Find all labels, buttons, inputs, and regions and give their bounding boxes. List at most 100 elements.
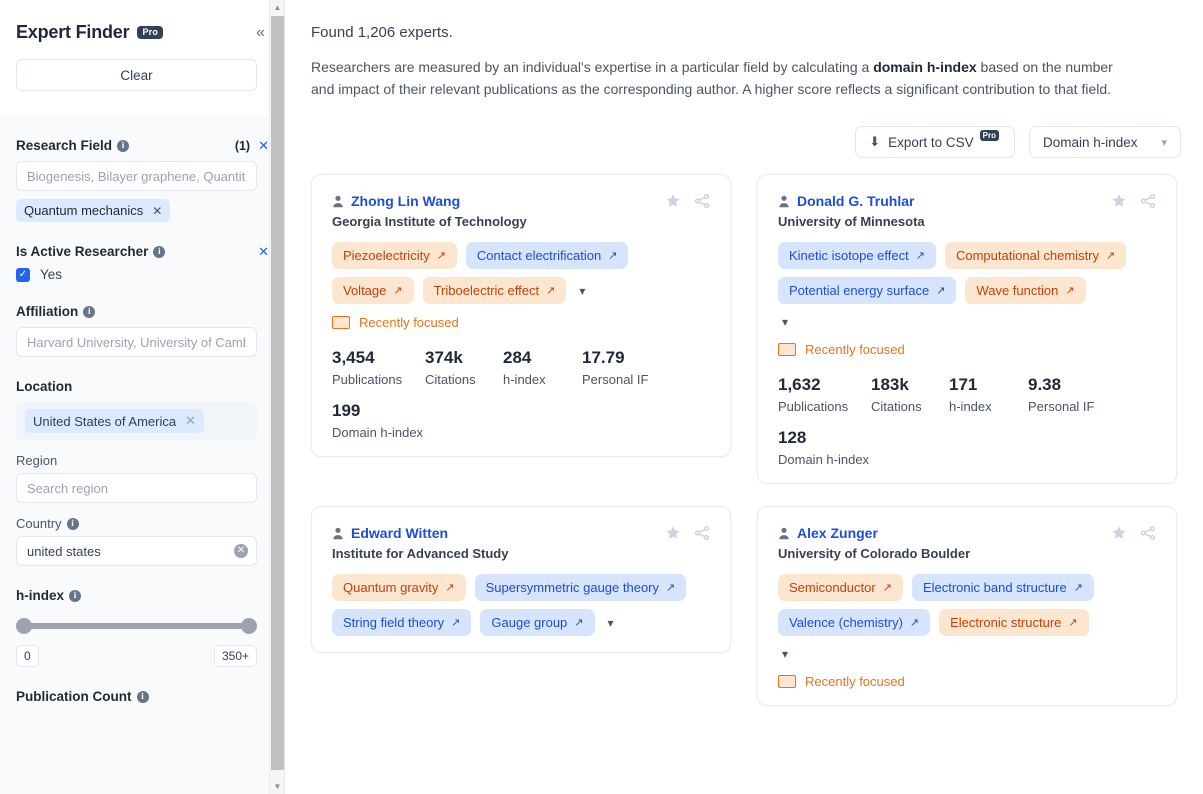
clear-country-icon[interactable]: ✕ bbox=[234, 544, 248, 558]
favorite-star-icon[interactable] bbox=[665, 193, 681, 209]
filter-is-active-researcher: Is Active Researcher i ✕ ✓ Yes bbox=[16, 222, 285, 310]
expert-card[interactable]: Zhong Lin Wang Georgia Institute of Tech… bbox=[311, 174, 731, 457]
external-link-icon: ↗ bbox=[909, 617, 920, 629]
scroll-down-arrow-icon[interactable]: ▼ bbox=[270, 779, 285, 794]
clear-research-field-icon[interactable]: ✕ bbox=[258, 139, 269, 152]
topic-tag[interactable]: Contact electrification ↗ bbox=[465, 242, 629, 269]
topic-tag[interactable]: Gauge group ↗ bbox=[480, 609, 595, 636]
filter-h-index: h-index i 0 350+ bbox=[16, 566, 269, 667]
download-icon: ⬇ bbox=[869, 134, 881, 149]
external-link-icon: ↗ bbox=[936, 285, 946, 297]
research-field-input[interactable] bbox=[16, 161, 257, 191]
filter-count-research-field: (1) bbox=[234, 138, 251, 153]
location-chip[interactable]: United States of America ✕ bbox=[25, 409, 204, 433]
topic-tag[interactable]: Semiconductor ↗ bbox=[778, 574, 903, 601]
favorite-star-icon[interactable] bbox=[1111, 525, 1127, 541]
topic-tag[interactable]: Quantum gravity ↗ bbox=[332, 574, 466, 601]
topic-tag[interactable]: Supersymmetric gauge theory ↗ bbox=[474, 574, 687, 601]
filter-research-field: Research Field i (1) ✕ Quantum mechanics… bbox=[16, 116, 285, 228]
scrollbar-thumb[interactable] bbox=[271, 16, 284, 770]
region-input[interactable] bbox=[16, 473, 257, 503]
research-field-chip[interactable]: Quantum mechanics ✕ bbox=[16, 199, 171, 222]
topic-tag-label: Potential energy surface bbox=[789, 283, 930, 298]
pro-badge: Pro bbox=[137, 25, 164, 40]
share-icon[interactable] bbox=[694, 525, 710, 541]
chevron-down-icon: ▾ bbox=[1161, 136, 1167, 149]
topic-tag[interactable]: Potential energy surface ↗ bbox=[778, 277, 957, 304]
expand-tags-chevron-icon[interactable]: ▾ bbox=[778, 647, 792, 661]
topic-tag[interactable]: Wave function ↗ bbox=[965, 277, 1086, 304]
expert-card[interactable]: Edward Witten Institute for Advanced Stu… bbox=[311, 506, 731, 653]
person-icon bbox=[332, 195, 344, 208]
external-link-icon: ↗ bbox=[393, 285, 403, 297]
topic-tag[interactable]: Electronic band structure ↗ bbox=[911, 574, 1094, 601]
topic-tag-label: Kinetic isotope effect bbox=[789, 248, 909, 263]
is-active-researcher-checkbox[interactable]: ✓ bbox=[16, 267, 30, 282]
filters-scroll-area[interactable]: Research Field i (1) ✕ Quantum mechanics… bbox=[0, 116, 285, 794]
sort-by-dropdown[interactable]: Domain h-index ▾ bbox=[1029, 126, 1181, 158]
expert-card[interactable]: Alex Zunger University of Colorado Bould… bbox=[757, 506, 1177, 706]
share-icon[interactable] bbox=[1140, 525, 1156, 541]
slider-handle-max[interactable] bbox=[241, 618, 257, 634]
expert-affiliation: Institute for Advanced Study bbox=[332, 546, 509, 561]
chip-remove-icon[interactable]: ✕ bbox=[152, 204, 162, 218]
country-input[interactable] bbox=[16, 536, 257, 566]
legend-swatch bbox=[778, 343, 796, 356]
info-icon[interactable]: i bbox=[66, 517, 79, 530]
export-to-csv-button[interactable]: ⬇ Export to CSV Pro bbox=[855, 126, 1015, 158]
topic-tag-label: Voltage bbox=[343, 283, 387, 298]
external-link-icon: ↗ bbox=[1065, 285, 1075, 297]
external-link-icon: ↗ bbox=[882, 582, 892, 594]
h-index-max-value[interactable]: 350+ bbox=[213, 645, 257, 667]
affiliation-input[interactable] bbox=[16, 327, 257, 357]
sidebar-header: Expert Finder Pro « Clear bbox=[0, 0, 285, 116]
person-icon bbox=[332, 527, 344, 540]
expand-tags-chevron-icon[interactable]: ▾ bbox=[575, 284, 589, 298]
scroll-up-arrow-icon[interactable]: ▲ bbox=[270, 0, 285, 15]
expert-affiliation: Georgia Institute of Technology bbox=[332, 214, 527, 229]
legend-swatch bbox=[778, 675, 796, 688]
sidebar-scrollbar[interactable]: ▲ ▼ bbox=[269, 0, 284, 794]
expert-name[interactable]: Edward Witten bbox=[351, 525, 448, 541]
chip-remove-icon[interactable]: ✕ bbox=[185, 413, 196, 429]
pro-badge: Pro bbox=[979, 129, 999, 141]
expert-name[interactable]: Zhong Lin Wang bbox=[351, 193, 460, 209]
topic-tag[interactable]: Kinetic isotope effect ↗ bbox=[778, 242, 936, 269]
chip-label: United States of America bbox=[33, 413, 177, 429]
filter-label-research-field: Research Field bbox=[16, 138, 113, 153]
info-icon[interactable]: i bbox=[153, 245, 166, 258]
topic-tag[interactable]: String field theory ↗ bbox=[332, 609, 472, 636]
info-icon[interactable]: i bbox=[136, 690, 149, 703]
topic-tag-label: Semiconductor bbox=[789, 580, 876, 595]
expand-tags-chevron-icon[interactable]: ▾ bbox=[604, 616, 618, 630]
slider-handle-min[interactable] bbox=[16, 618, 32, 634]
info-icon[interactable]: i bbox=[83, 305, 96, 318]
topic-tag[interactable]: Voltage ↗ bbox=[332, 277, 414, 304]
slider-track[interactable] bbox=[20, 623, 253, 629]
external-link-icon: ↗ bbox=[1106, 250, 1116, 262]
topic-tag[interactable]: Valence (chemistry) ↗ bbox=[778, 609, 931, 636]
topic-tag[interactable]: Electronic structure ↗ bbox=[939, 609, 1089, 636]
chevrons-left-icon[interactable]: « bbox=[252, 23, 269, 43]
expert-card[interactable]: Donald G. Truhlar University of Minnesot… bbox=[757, 174, 1177, 484]
expert-name[interactable]: Alex Zunger bbox=[797, 525, 878, 541]
h-index-range-slider[interactable] bbox=[16, 617, 257, 635]
expert-name[interactable]: Donald G. Truhlar bbox=[797, 193, 914, 209]
expand-tags-chevron-icon[interactable]: ▾ bbox=[778, 315, 792, 329]
topic-tag-label: Quantum gravity bbox=[343, 580, 439, 595]
topic-tag[interactable]: Triboelectric effect ↗ bbox=[422, 277, 567, 304]
info-icon[interactable]: i bbox=[69, 589, 82, 602]
expert-domain-stat-row: 199 Domain h-index bbox=[332, 401, 710, 440]
person-icon bbox=[778, 195, 790, 208]
h-index-min-value[interactable]: 0 bbox=[16, 645, 39, 667]
stat-value: 284 bbox=[503, 348, 532, 367]
favorite-star-icon[interactable] bbox=[665, 525, 681, 541]
clear-is-active-researcher-icon[interactable]: ✕ bbox=[258, 245, 269, 258]
share-icon[interactable] bbox=[1140, 193, 1156, 209]
clear-filters-button[interactable]: Clear bbox=[16, 59, 257, 91]
info-icon[interactable]: i bbox=[117, 139, 130, 152]
share-icon[interactable] bbox=[694, 193, 710, 209]
favorite-star-icon[interactable] bbox=[1111, 193, 1127, 209]
topic-tag[interactable]: Computational chemistry ↗ bbox=[944, 242, 1127, 269]
topic-tag[interactable]: Piezoelectricity ↗ bbox=[332, 242, 457, 269]
